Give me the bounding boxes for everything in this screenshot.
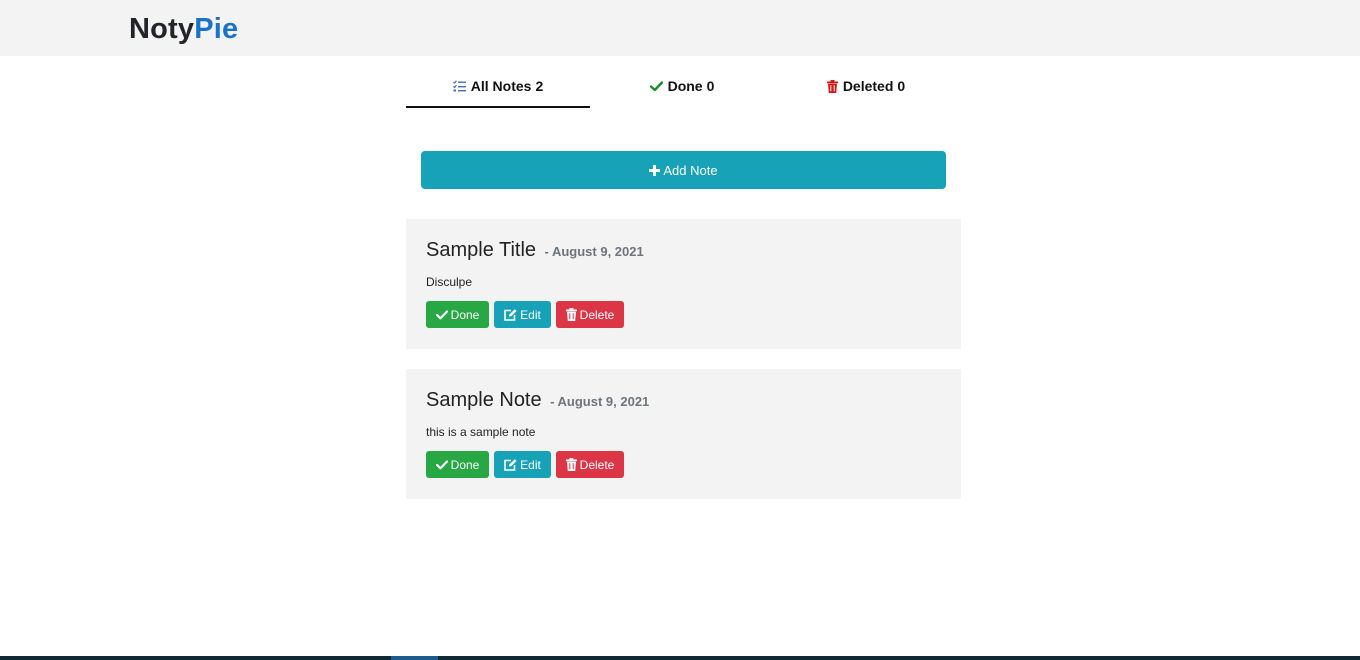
done-label: Done xyxy=(450,307,480,322)
note-title: Sample Note xyxy=(426,389,542,411)
note-header: Sample Title - August 9, 2021 xyxy=(426,239,644,262)
note-actions: Done Edit Delete xyxy=(426,451,624,478)
note-date: - August 9, 2021 xyxy=(544,244,644,259)
tab-label: Deleted xyxy=(842,78,894,94)
tab-deleted[interactable]: Deleted 0 xyxy=(774,66,958,106)
note-date: - August 9, 2021 xyxy=(550,394,650,409)
delete-button[interactable]: Delete xyxy=(556,301,624,328)
note-actions: Done Edit Delete xyxy=(426,301,624,328)
trash-icon xyxy=(565,308,577,321)
note-card: Sample Note - August 9, 2021 this is a s… xyxy=(406,369,961,499)
delete-label: Delete xyxy=(579,457,615,472)
edit-button[interactable]: Edit xyxy=(494,301,551,328)
brand-name-part2: Pie xyxy=(194,13,239,45)
tab-count: 0 xyxy=(897,78,906,94)
trash-icon xyxy=(826,79,838,93)
delete-label: Delete xyxy=(579,307,615,322)
tab-count: 2 xyxy=(535,78,544,94)
edit-button[interactable]: Edit xyxy=(494,451,551,478)
brand-logo[interactable]: NotyPie xyxy=(129,10,238,48)
note-header: Sample Note - August 9, 2021 xyxy=(426,389,649,412)
tab-count: 0 xyxy=(706,78,715,94)
bottom-edge-accent xyxy=(391,656,438,660)
navbar: NotyPie xyxy=(0,0,1360,56)
brand-name-part1: Noty xyxy=(129,13,195,45)
check-icon xyxy=(435,309,448,320)
note-card: Sample Title - August 9, 2021 Disculpe D… xyxy=(406,219,961,349)
add-note-label: Add Note xyxy=(663,162,718,178)
plus-icon xyxy=(649,164,661,176)
edit-icon xyxy=(504,458,517,471)
edit-label: Edit xyxy=(520,457,541,472)
list-check-icon xyxy=(452,80,466,92)
note-title: Sample Title xyxy=(426,239,537,261)
check-icon xyxy=(435,459,448,470)
edit-label: Edit xyxy=(520,307,541,322)
done-label: Done xyxy=(450,457,480,472)
edit-icon xyxy=(504,308,517,321)
tab-label: All Notes xyxy=(470,78,532,94)
done-button[interactable]: Done xyxy=(426,451,489,478)
done-button[interactable]: Done xyxy=(426,301,489,328)
trash-icon xyxy=(565,458,577,471)
notes-tabs: All Notes 2 Done 0 Deleted 0 xyxy=(406,66,961,108)
note-body: Disculpe xyxy=(426,275,473,289)
tab-all-notes[interactable]: All Notes 2 xyxy=(406,66,590,108)
bottom-edge xyxy=(0,656,1360,660)
delete-button[interactable]: Delete xyxy=(556,451,624,478)
tab-label: Done xyxy=(667,78,703,94)
add-note-button[interactable]: Add Note xyxy=(421,151,946,189)
check-icon xyxy=(649,80,663,92)
note-body: this is a sample note xyxy=(426,425,536,439)
tab-done[interactable]: Done 0 xyxy=(590,66,774,106)
